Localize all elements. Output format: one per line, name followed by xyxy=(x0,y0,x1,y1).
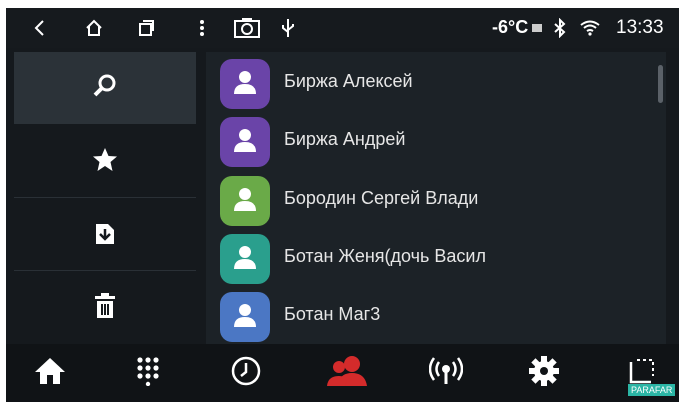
home-outline-icon[interactable] xyxy=(82,16,106,40)
bottom-nav xyxy=(6,344,679,402)
more-vert-icon[interactable] xyxy=(190,16,214,40)
contact-name: Ботан Маг3 xyxy=(284,304,381,324)
sidebar-item-favorites[interactable] xyxy=(14,126,196,198)
contacts-sidebar xyxy=(14,52,196,344)
wifi-icon xyxy=(578,16,602,40)
list-item[interactable]: Биржа Андрей xyxy=(206,113,666,171)
temperature: -6°C xyxy=(492,17,529,37)
sidebar-item-delete[interactable] xyxy=(14,272,196,344)
recents-icon[interactable] xyxy=(134,16,158,40)
camera-icon[interactable] xyxy=(232,16,262,40)
nav-contacts-button[interactable] xyxy=(322,353,372,393)
sidebar-divider xyxy=(14,270,196,271)
contact-name: Биржа Алексей xyxy=(284,71,413,91)
search-icon xyxy=(91,72,119,105)
car-head-unit-screen: -6°C 13:33 Биржа Алексей Биржа Андрей Бо… xyxy=(6,8,679,402)
list-item[interactable]: Биржа Алексей xyxy=(206,55,666,113)
nav-dialpad-button[interactable] xyxy=(126,353,170,393)
avatar xyxy=(220,117,270,167)
status-bar: -6°C 13:33 xyxy=(6,8,679,48)
person-icon xyxy=(231,185,259,218)
back-icon[interactable] xyxy=(28,16,52,40)
contact-name: Биржа Андрей xyxy=(284,129,406,149)
sim-icon xyxy=(530,16,544,40)
avatar xyxy=(220,292,270,342)
contact-list[interactable]: Биржа Алексей Биржа Андрей Бородин Серге… xyxy=(206,52,666,344)
contacts-icon xyxy=(325,355,369,392)
list-scrollbar[interactable] xyxy=(658,65,663,103)
clock-time: 13:33 xyxy=(616,17,664,38)
watermark-logo: PARAFAR xyxy=(628,384,676,396)
person-icon xyxy=(231,243,259,276)
list-item[interactable]: Ботан Маг3 xyxy=(206,288,666,344)
list-item[interactable]: Бородин Сергей Влади xyxy=(206,172,666,230)
sidebar-item-import[interactable] xyxy=(14,199,196,271)
list-item[interactable]: Ботан Женя(дочь Васил xyxy=(206,230,666,288)
person-icon xyxy=(231,126,259,159)
contact-name: Бородин Сергей Влади xyxy=(284,188,479,208)
person-icon xyxy=(231,301,259,334)
import-icon xyxy=(91,219,119,252)
nav-home-button[interactable] xyxy=(28,353,72,393)
avatar xyxy=(220,176,270,226)
trash-icon xyxy=(92,292,118,325)
avatar xyxy=(220,59,270,109)
nav-radio-button[interactable] xyxy=(424,353,468,393)
dialpad-icon xyxy=(135,356,161,391)
settings-icon xyxy=(528,355,560,392)
clock-icon xyxy=(230,355,262,392)
star-icon xyxy=(91,146,119,179)
nav-recents-button[interactable] xyxy=(224,353,268,393)
bluetooth-icon xyxy=(548,16,572,40)
contact-name: Ботан Женя(дочь Васил xyxy=(284,246,486,266)
home-icon xyxy=(33,356,67,391)
person-icon xyxy=(231,68,259,101)
sidebar-item-search[interactable] xyxy=(14,52,196,124)
usb-icon xyxy=(276,16,300,40)
nav-settings-button[interactable] xyxy=(522,353,566,393)
avatar xyxy=(220,234,270,284)
radio-icon xyxy=(428,356,464,391)
